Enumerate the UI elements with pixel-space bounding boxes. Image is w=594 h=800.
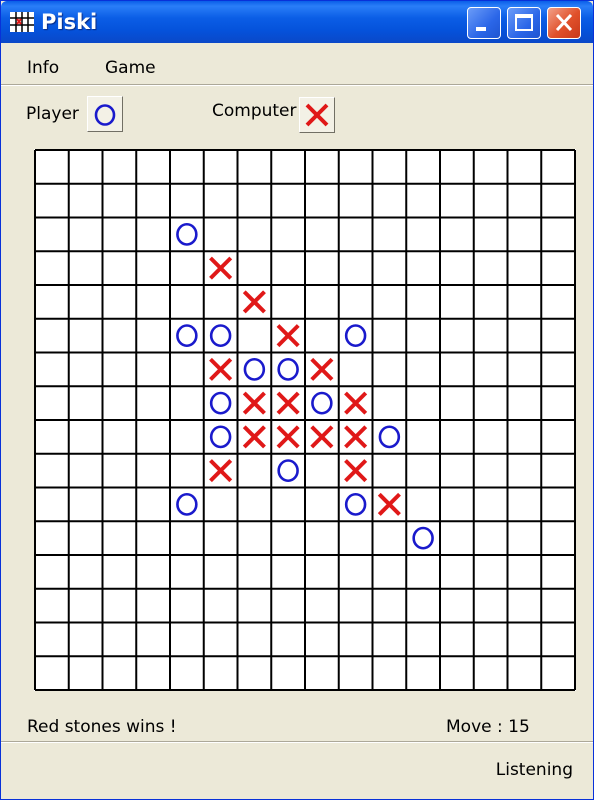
close-button[interactable] bbox=[547, 7, 581, 39]
blue-o-stone[interactable] bbox=[277, 459, 299, 483]
red-x-stone[interactable] bbox=[209, 459, 233, 483]
menu-game[interactable]: Game bbox=[105, 58, 156, 78]
menu-bar: Info Game bbox=[1, 44, 593, 85]
cross-x-icon bbox=[305, 103, 329, 127]
blue-o-stone[interactable] bbox=[412, 526, 434, 550]
maximize-button[interactable] bbox=[507, 7, 541, 39]
players-panel: Player Computer bbox=[1, 87, 593, 141]
menu-info[interactable]: Info bbox=[27, 58, 59, 78]
red-x-stone[interactable] bbox=[344, 459, 368, 483]
red-x-stone[interactable] bbox=[344, 425, 368, 449]
red-x-stone[interactable] bbox=[377, 492, 401, 516]
blue-o-stone[interactable] bbox=[378, 425, 401, 449]
circle-o-icon bbox=[94, 104, 116, 126]
blue-o-stone[interactable] bbox=[176, 324, 198, 348]
blue-o-stone[interactable] bbox=[209, 324, 232, 348]
red-x-stone[interactable] bbox=[276, 324, 300, 348]
player-stone-button[interactable] bbox=[87, 96, 123, 132]
board-grid[interactable] bbox=[34, 149, 576, 691]
app-grid-icon bbox=[10, 12, 34, 32]
blue-o-stone[interactable] bbox=[243, 357, 266, 381]
computer-label: Computer bbox=[212, 101, 297, 121]
red-x-stone[interactable] bbox=[276, 391, 300, 415]
blue-o-stone[interactable] bbox=[311, 391, 333, 415]
move-counter: Move : 15 bbox=[446, 717, 530, 737]
red-x-stone[interactable] bbox=[242, 290, 266, 314]
blue-o-stone[interactable] bbox=[209, 391, 232, 415]
title-bar[interactable]: Piski bbox=[1, 1, 593, 43]
result-message: Red stones wins ! bbox=[27, 717, 177, 737]
red-x-stone[interactable] bbox=[276, 425, 300, 449]
game-status-bar: Red stones wins ! Move : 15 bbox=[1, 705, 593, 742]
game-board[interactable] bbox=[34, 149, 576, 691]
minimize-button[interactable] bbox=[467, 7, 501, 39]
network-status-bar: Listening bbox=[1, 745, 593, 799]
app-window: Piski Info Game Player Computer Red ston… bbox=[0, 0, 594, 800]
blue-o-stone[interactable] bbox=[344, 492, 367, 516]
player-label: Player bbox=[26, 104, 79, 124]
red-x-stone[interactable] bbox=[209, 256, 233, 280]
red-x-stone[interactable] bbox=[242, 425, 266, 449]
computer-stone-button[interactable] bbox=[299, 97, 335, 133]
red-x-stone[interactable] bbox=[310, 425, 334, 449]
blue-o-stone[interactable] bbox=[176, 222, 198, 246]
red-x-stone[interactable] bbox=[209, 357, 233, 381]
network-status: Listening bbox=[495, 760, 573, 780]
red-x-stone[interactable] bbox=[344, 391, 368, 415]
blue-o-stone[interactable] bbox=[209, 425, 232, 449]
blue-o-stone[interactable] bbox=[344, 324, 367, 348]
close-icon bbox=[555, 13, 573, 32]
red-x-stone[interactable] bbox=[310, 357, 334, 381]
minimize-icon bbox=[476, 27, 486, 31]
window-title: Piski bbox=[41, 10, 98, 34]
blue-o-stone[interactable] bbox=[176, 492, 198, 516]
red-x-stone[interactable] bbox=[242, 391, 266, 415]
blue-o-stone[interactable] bbox=[277, 357, 299, 381]
maximize-icon bbox=[515, 14, 533, 31]
